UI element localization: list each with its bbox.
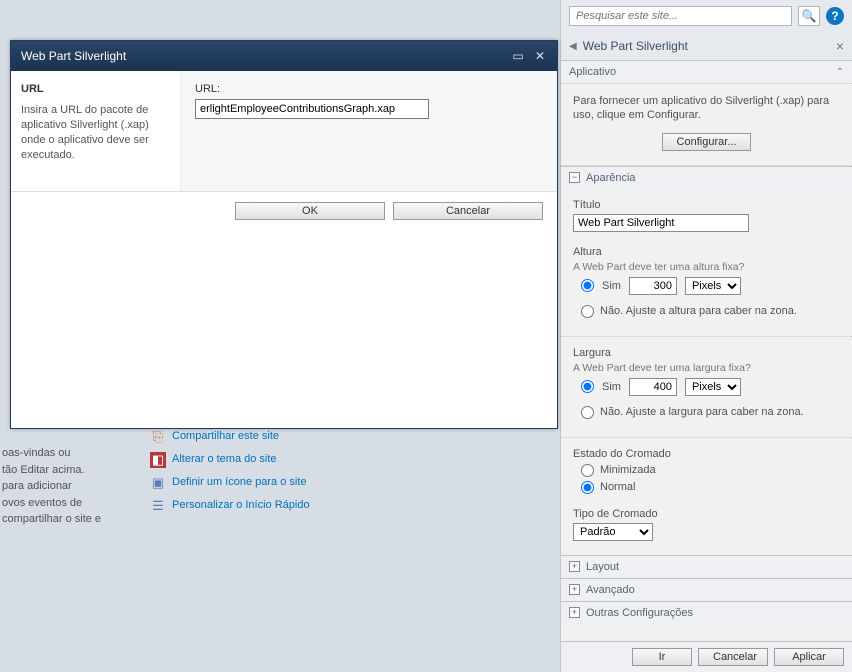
ok-button[interactable]: OK [235, 202, 385, 220]
modal-description: Insira a URL do pacote de aplicativo Sil… [21, 103, 170, 162]
modal-overlay: Web Part Silverlight ▭ ✕ URL Insira a UR… [0, 0, 852, 672]
url-modal: Web Part Silverlight ▭ ✕ URL Insira a UR… [10, 40, 558, 429]
modal-form: URL: [181, 71, 557, 191]
maximize-icon[interactable]: ▭ [511, 49, 525, 63]
cancel-button[interactable]: Cancelar [393, 202, 543, 220]
close-icon[interactable]: ✕ [533, 49, 547, 63]
modal-heading: URL [21, 83, 170, 95]
modal-sidebar: URL Insira a URL do pacote de aplicativo… [11, 71, 181, 191]
modal-titlebar: Web Part Silverlight ▭ ✕ [11, 41, 557, 71]
modal-footer: OK Cancelar [11, 192, 557, 238]
url-input[interactable] [195, 99, 429, 119]
url-label: URL: [195, 83, 543, 95]
modal-title-text: Web Part Silverlight [21, 49, 126, 63]
